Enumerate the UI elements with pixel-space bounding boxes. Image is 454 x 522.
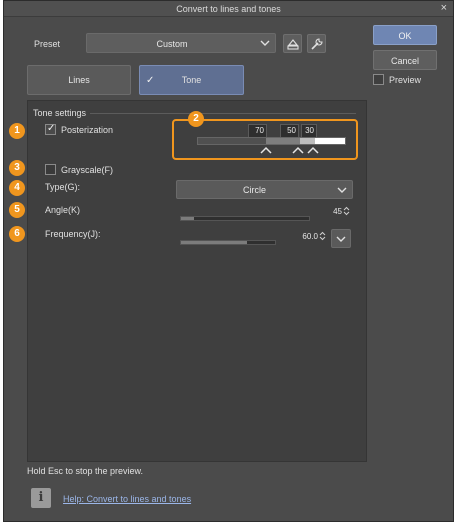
gradient-segment-white [315, 138, 345, 144]
preview-label: Preview [389, 75, 422, 85]
chevron-down-icon [337, 187, 347, 193]
info-glyph: i [38, 490, 44, 505]
frequency-label: Frequency(J): [45, 229, 101, 239]
threshold-marker-icon[interactable] [260, 146, 272, 154]
type-value: Circle [242, 185, 266, 195]
register-preset-button[interactable] [283, 34, 302, 53]
preset-label: Preset [34, 39, 61, 49]
angle-label: Angle(K) [45, 205, 81, 215]
gradient-segment-dark [198, 138, 266, 144]
posterization-level-3-input[interactable]: 30 [301, 124, 317, 138]
posterization-level-2-input[interactable]: 50 [280, 124, 299, 138]
tab-tone[interactable]: ✓ Tone [139, 65, 244, 95]
grayscale-checkbox[interactable] [45, 164, 56, 175]
angle-spinner-icon[interactable] [343, 206, 350, 216]
tab-tone-label: Tone [181, 75, 202, 85]
type-select[interactable]: Circle [176, 180, 353, 199]
gradient-segment-mid [266, 138, 300, 144]
angle-value[interactable]: 45 [318, 207, 342, 216]
check-icon: ✓ [47, 123, 56, 134]
cancel-button[interactable]: Cancel [373, 50, 437, 70]
type-label: Type(G): [45, 182, 81, 192]
preset-select[interactable]: Custom [86, 33, 276, 53]
wrench-icon [311, 38, 323, 50]
frequency-spinner-icon[interactable] [319, 231, 326, 241]
close-icon[interactable]: × [441, 2, 447, 14]
chevron-down-icon [336, 236, 346, 242]
threshold-marker-icon[interactable] [307, 146, 319, 154]
window-title: Convert to lines and tones [176, 4, 281, 14]
info-icon: i [31, 488, 51, 508]
posterization-checkbox[interactable]: ✓ [45, 123, 56, 135]
tab-lines[interactable]: Lines [27, 65, 131, 95]
callout-badge-5: 5 [9, 202, 25, 218]
gradient-segment-light [300, 138, 315, 144]
frequency-dropdown-button[interactable] [331, 229, 351, 248]
angle-slider[interactable] [180, 216, 310, 221]
callout-badge-4: 4 [9, 180, 25, 196]
preset-value: Custom [156, 39, 188, 49]
ok-button[interactable]: OK [373, 25, 437, 45]
angle-slider-fill [181, 217, 194, 220]
posterization-label: Posterization [61, 125, 114, 135]
frequency-slider[interactable] [180, 240, 276, 245]
callout-badge-2: 2 [188, 111, 204, 127]
grayscale-label: Grayscale(F) [61, 165, 114, 175]
title-bar: Convert to lines and tones × [4, 1, 453, 17]
frequency-slider-fill [181, 241, 247, 244]
callout-badge-6: 6 [9, 226, 25, 242]
preset-settings-button[interactable] [307, 34, 326, 53]
preview-checkbox[interactable] [373, 74, 384, 85]
group-divider [90, 113, 356, 114]
preview-hint: Hold Esc to stop the preview. [27, 466, 144, 476]
save-preset-icon [287, 39, 299, 50]
threshold-marker-icon[interactable] [292, 146, 304, 154]
help-link[interactable]: Help: Convert to lines and tones [63, 494, 191, 504]
posterization-level-1-input[interactable]: 70 [248, 124, 267, 138]
frequency-value[interactable]: 60.0 [290, 232, 318, 241]
callout-badge-3: 3 [9, 160, 25, 176]
chevron-down-icon [260, 40, 270, 46]
tone-settings-title: Tone settings [33, 108, 90, 118]
posterization-gradient-bar[interactable] [197, 137, 346, 145]
callout-badge-1: 1 [9, 123, 25, 139]
